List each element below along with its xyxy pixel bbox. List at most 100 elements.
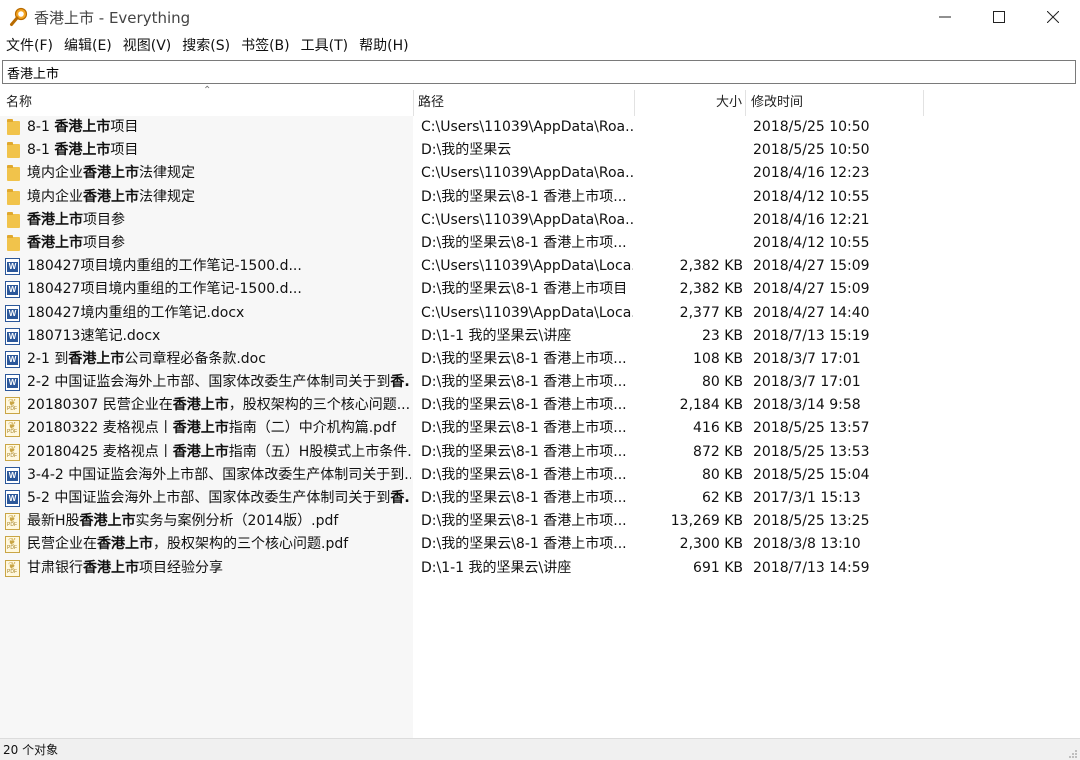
everything-window: 香港上市 - Everything 文件(F) 编辑(E) 视图(V) 搜索(S…	[0, 0, 1080, 760]
column-header-name[interactable]: 名称	[6, 90, 406, 116]
modified-time: 2018/4/12 10:55	[753, 188, 870, 205]
folder-icon	[5, 234, 21, 252]
column-header-size[interactable]: 大小	[640, 90, 742, 116]
resize-grip-icon[interactable]	[1067, 748, 1077, 758]
file-name: 180427项目境内重组的工作笔记-1500.d...	[27, 278, 411, 301]
file-name: 8-1 香港上市项目	[27, 139, 411, 162]
file-name: 180427项目境内重组的工作笔记-1500.d...	[27, 255, 411, 278]
file-name-text: 180427	[27, 281, 81, 298]
file-name-match: 香港上市	[83, 559, 139, 576]
table-row[interactable]: W 180427项目境内重组的工作笔记-1500.d... C:\Users\110…	[0, 255, 1080, 278]
folder-icon	[5, 119, 21, 136]
file-path: C:\Users\11039\AppData\Roa...	[421, 211, 633, 228]
table-row[interactable]: W 5-2 中国证监会海外上市部、国家体改委生产体制司关于到香... D:\我的坚果…	[0, 487, 1080, 510]
modified-time: 2018/3/8 13:10	[753, 536, 861, 553]
table-row[interactable]: ❦ PDF 20180425 麦格视点丨香港上市指南（五）H股模式上市条件... D:…	[0, 441, 1080, 464]
pdf-document-icon: ❦ PDF	[5, 536, 21, 554]
menu-bookmarks[interactable]: 书签(B)	[235, 34, 295, 58]
file-name-text: 指南（二）中介机构篇.pdf	[228, 420, 396, 437]
file-name: 香港上市项目参	[27, 209, 411, 232]
menu-bar: 文件(F) 编辑(E) 视图(V) 搜索(S) 书签(B) 工具(T) 帮助(H…	[0, 34, 1080, 58]
file-path: D:\我的坚果云\8-1 香港上市项...	[421, 466, 627, 483]
menu-file[interactable]: 文件(F)	[0, 34, 58, 58]
modified-time: 2018/7/13 15:19	[753, 327, 870, 344]
column-header-path[interactable]: 路径	[418, 90, 628, 116]
maximize-icon	[993, 11, 1005, 23]
file-size: 62 KB	[701, 490, 743, 506]
file-size	[640, 116, 743, 139]
minimize-button[interactable]	[918, 0, 972, 34]
table-row[interactable]: 境内企业香港上市法律规定 D:\我的坚果云\8-1 香港上市项... 2018/4/…	[0, 186, 1080, 209]
table-row[interactable]: 香港上市项目参 D:\我的坚果云\8-1 香港上市项... 2018/4/12 10…	[0, 232, 1080, 255]
column-header: ⌃ 名称 路径 大小 修改时间	[0, 85, 1080, 116]
table-row[interactable]: ❦ PDF 民营企业在香港上市，股权架构的三个核心问题.pdf D:\我的坚果云\8-…	[0, 533, 1080, 556]
menu-help[interactable]: 帮助(H)	[353, 34, 413, 58]
table-row[interactable]: ❦ PDF 20180307 民营企业在香港上市，股权架构的三个核心问题.... D:…	[0, 394, 1080, 417]
word-document-icon: W	[5, 350, 21, 368]
word-document-icon: W	[5, 281, 21, 299]
results-list: 8-1 香港上市项目 C:\Users\11039\AppData\Roa... 2…	[0, 116, 1080, 580]
column-divider[interactable]	[923, 90, 924, 116]
table-row[interactable]: W 180427项目境内重组的工作笔记-1500.d... D:\我的坚果云\8-1…	[0, 278, 1080, 301]
maximize-button[interactable]	[972, 0, 1026, 34]
table-row[interactable]: 境内企业香港上市法律规定 C:\Users\11039\AppData\Roa..…	[0, 162, 1080, 185]
title-bar[interactable]: 香港上市 - Everything	[0, 0, 1080, 34]
table-row[interactable]: ❦ PDF 20180322 麦格视点丨香港上市指南（二）中介机构篇.pdf D:\我…	[0, 417, 1080, 440]
file-path: D:\我的坚果云\8-1 香港上市项...	[421, 188, 627, 205]
file-size: 13,269 KB	[670, 513, 743, 530]
status-object-count: 20 个对象	[3, 743, 59, 757]
file-name-text: 项目参	[83, 211, 125, 228]
file-size: 80 KB	[701, 466, 743, 483]
column-divider[interactable]	[745, 90, 746, 116]
file-name-text: 公司章程必备条款.doc	[124, 350, 266, 367]
file-size	[640, 186, 743, 209]
table-row[interactable]: W 180427境内重组的工作笔记.docx C:\Users\11039\AppD…	[0, 302, 1080, 325]
file-name-match: 香港上市	[27, 234, 83, 251]
menu-edit[interactable]: 编辑(E)	[58, 34, 117, 58]
file-path: C:\Users\11039\AppData\Roa...	[421, 165, 633, 182]
file-path: D:\我的坚果云\8-1 香港上市项...	[421, 420, 627, 437]
column-header-date[interactable]: 修改时间	[751, 90, 916, 116]
file-name-match: 香港上市	[79, 513, 136, 530]
file-name: 2-1 到香港上市公司章程必备条款.doc	[27, 348, 411, 371]
file-name-match: 香...	[390, 374, 411, 391]
file-size	[640, 139, 743, 162]
file-name: 20180322 麦格视点丨香港上市指南（二）中介机构篇.pdf	[27, 417, 411, 440]
table-row[interactable]: ❦ PDF 甘肃银行香港上市项目经验分享 D:\1-1 我的坚果云\讲座 691 KB 2…	[0, 557, 1080, 580]
column-divider[interactable]	[413, 90, 414, 116]
table-row[interactable]: ❦ PDF 最新H股香港上市实务与案例分析（2014版）.pdf D:\我的坚果云\8…	[0, 510, 1080, 533]
file-name-text: 甘肃银行	[27, 559, 83, 576]
modified-time: 2018/4/16 12:23	[753, 165, 870, 182]
table-row[interactable]: 8-1 香港上市项目 D:\我的坚果云 2018/5/25 10:50	[0, 139, 1080, 162]
file-name-match: 香港上市	[54, 142, 111, 159]
folder-icon	[5, 188, 21, 206]
file-name: 最新H股香港上市实务与案例分析（2014版）.pdf	[27, 510, 411, 533]
table-row[interactable]: W 2-2 中国证监会海外上市部、国家体改委生产体制司关于到香... D:\我的坚果…	[0, 371, 1080, 394]
table-row[interactable]: W 3-4-2 中国证监会海外上市部、国家体改委生产体制司关于到... D:\我的坚…	[0, 464, 1080, 487]
close-button[interactable]	[1026, 0, 1080, 34]
column-divider[interactable]	[634, 90, 635, 116]
table-row[interactable]: W 180713速笔记.docx D:\1-1 我的坚果云\讲座 23 KB 2018/…	[0, 325, 1080, 348]
file-name-text: 3-4-2 中国证监会海外上市部、国家体改委生产体制司关于到...	[27, 466, 411, 483]
file-name-match: 香港上市	[68, 350, 125, 367]
modified-time: 2018/4/27 14:40	[753, 304, 870, 321]
file-size	[640, 209, 743, 232]
file-path: C:\Users\11039\AppData\Loca...	[421, 258, 633, 275]
file-path: D:\我的坚果云\8-1 香港上市项...	[421, 443, 627, 460]
file-size: 691 KB	[693, 559, 743, 576]
menu-view[interactable]: 视图(V)	[117, 34, 177, 58]
file-name-text: 2-2 中国证监会海外上市部、国家体改委生产体制司关于到	[27, 374, 391, 391]
menu-tools[interactable]: 工具(T)	[295, 34, 353, 58]
table-row[interactable]: W 2-1 到香港上市公司章程必备条款.doc D:\我的坚果云\8-1 香港上市项…	[0, 348, 1080, 371]
file-name-match: 香港上市	[83, 188, 139, 205]
modified-time: 2017/3/1 15:13	[753, 490, 861, 506]
file-name-text: 20180307 民营企业在	[27, 397, 173, 414]
table-row[interactable]: 香港上市项目参 C:\Users\11039\AppData\Roa... 2018…	[0, 209, 1080, 232]
search-input[interactable]	[2, 60, 1076, 84]
file-path: D:\我的坚果云	[421, 142, 512, 159]
file-name: 8-1 香港上市项目	[27, 116, 411, 139]
table-row[interactable]: 8-1 香港上市项目 C:\Users\11039\AppData\Roa... 2…	[0, 116, 1080, 139]
file-name-text: 8-1	[27, 142, 55, 159]
menu-search[interactable]: 搜索(S)	[176, 34, 235, 58]
modified-time: 2018/3/7 17:01	[753, 350, 861, 367]
